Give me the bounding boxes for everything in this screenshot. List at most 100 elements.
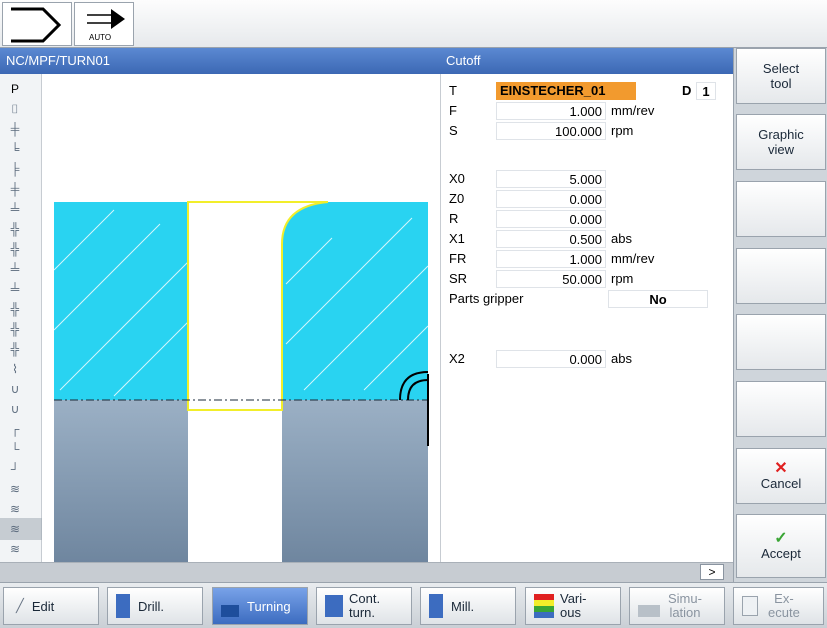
x0-field[interactable]: 5.000: [496, 170, 606, 188]
parts-gripper-toggle[interactable]: No: [608, 290, 708, 308]
mill-button[interactable]: Mill.: [420, 587, 516, 625]
strip-item-step[interactable]: ╬: [3, 220, 27, 238]
mill-icon: [429, 594, 443, 618]
contour-turning-label-1: Cont.: [349, 591, 381, 606]
x1-field[interactable]: 0.500: [496, 230, 606, 248]
drill-icon: [116, 594, 130, 618]
cycle-title: Cutoff: [446, 53, 481, 68]
feed-field[interactable]: 1.000: [496, 102, 606, 120]
param-x2-label: X2: [449, 351, 465, 366]
turning-icon: [221, 605, 239, 617]
param-fr-label: FR: [449, 251, 467, 266]
strip-item-program[interactable]: P: [3, 80, 27, 98]
contour-turning-icon: [325, 595, 343, 617]
strip-item-step[interactable]: ╬: [3, 320, 27, 338]
fr-unit[interactable]: mm/rev: [611, 250, 654, 268]
strip-item-step[interactable]: ┘: [3, 460, 27, 478]
cutoff-illustration: [53, 201, 429, 562]
turning-label: Turning: [247, 598, 291, 614]
mill-label: Mill.: [451, 598, 475, 614]
contour-turning-button[interactable]: Cont. turn.: [316, 587, 412, 625]
edit-button[interactable]: ╱ Edit: [3, 587, 99, 625]
strip-item-step[interactable]: ╧: [3, 280, 27, 298]
edit-label: Edit: [31, 598, 55, 614]
param-f-label: F: [449, 103, 457, 118]
body-right: [282, 400, 428, 562]
parameter-panel: T EINSTECHER_01 D 1 F 1.000 mm/rev S 100…: [440, 74, 733, 562]
strip-item-step[interactable]: ≋: [3, 540, 27, 558]
graphic-view-label-1: Graphic: [758, 127, 804, 142]
drill-button[interactable]: Drill.: [107, 587, 203, 625]
strip-item-step[interactable]: ╘: [3, 140, 27, 158]
r-field[interactable]: 0.000: [496, 210, 606, 228]
x2-field[interactable]: 0.000: [496, 350, 606, 368]
select-tool-button[interactable]: Select tool: [736, 48, 826, 104]
strip-item-step[interactable]: ≋: [3, 500, 27, 518]
softkey-5[interactable]: [736, 314, 826, 370]
simulation-label: Simu- lation: [668, 592, 702, 620]
strip-item-step[interactable]: ⌷: [3, 100, 27, 118]
cancel-button[interactable]: ✕ Cancel: [736, 448, 826, 504]
sr-unit[interactable]: rpm: [611, 270, 633, 288]
strip-item-step[interactable]: ╞: [3, 160, 27, 178]
cutting-edge-field[interactable]: 1: [696, 82, 716, 100]
strip-item-step[interactable]: ╬: [3, 240, 27, 258]
various-label-1: Vari-: [560, 591, 587, 606]
strip-item-step[interactable]: ≋: [3, 480, 27, 498]
simulation-button[interactable]: Simu- lation: [629, 587, 725, 625]
strip-item-step[interactable]: ⌇: [3, 360, 27, 378]
strip-item-step[interactable]: └: [3, 440, 27, 458]
strip-item-step[interactable]: ╧: [3, 200, 27, 218]
strip-item-step[interactable]: ╬: [3, 340, 27, 358]
execute-label-1: Ex-: [774, 591, 794, 606]
softkey-6[interactable]: [736, 381, 826, 437]
execute-icon: [742, 596, 758, 616]
stock-left: [54, 202, 188, 400]
x2-unit[interactable]: abs: [611, 350, 632, 368]
body-left: [54, 400, 188, 562]
mode-box: AUTO: [74, 2, 134, 46]
accept-button[interactable]: ✓ Accept: [736, 514, 826, 578]
softkey-3[interactable]: [736, 181, 826, 237]
execute-label-2: ecute: [768, 605, 800, 620]
param-x1-label: X1: [449, 231, 465, 246]
param-t-label: T: [449, 83, 457, 98]
strip-item-step[interactable]: ╪: [3, 180, 27, 198]
select-tool-label-2: tool: [770, 76, 792, 91]
graphic-view-label-2: view: [767, 142, 794, 157]
header-bar: NC/MPF/TURN01 Cutoff: [0, 48, 733, 74]
cancel-label: Cancel: [760, 475, 802, 491]
softkey-4[interactable]: [736, 248, 826, 304]
various-button[interactable]: Vari- ous: [525, 587, 621, 625]
feed-unit[interactable]: mm/rev: [611, 102, 654, 120]
top-bar: AUTO: [0, 0, 827, 48]
strip-item-step[interactable]: ╧: [3, 260, 27, 278]
param-x0-label: X0: [449, 171, 465, 186]
various-icon: [534, 594, 554, 618]
strip-item-step[interactable]: ┌: [3, 420, 27, 438]
parts-gripper-label: Parts gripper: [449, 291, 524, 306]
execute-button[interactable]: Ex- ecute: [733, 587, 824, 625]
graphic-view-button[interactable]: Graphic view: [736, 114, 826, 170]
mode-label: AUTO: [89, 33, 112, 42]
sr-field[interactable]: 50.000: [496, 270, 606, 288]
turning-button[interactable]: Turning: [212, 587, 308, 625]
execute-label: Ex- ecute: [768, 592, 800, 620]
x1-unit[interactable]: abs: [611, 230, 632, 248]
more-button[interactable]: >: [700, 564, 724, 580]
speed-unit[interactable]: rpm: [611, 122, 633, 140]
strip-item-step[interactable]: ╪: [3, 120, 27, 138]
strip-item-step-selected[interactable]: ≋: [3, 520, 27, 538]
simulation-icon: [638, 605, 660, 617]
accept-label: Accept: [761, 545, 801, 561]
tool-field[interactable]: EINSTECHER_01: [496, 82, 636, 100]
strip-item-step[interactable]: ╬: [3, 300, 27, 318]
fr-field[interactable]: 1.000: [496, 250, 606, 268]
strip-item-step[interactable]: ∪: [3, 400, 27, 418]
strip-item-step[interactable]: ∪: [3, 380, 27, 398]
pencil-icon: ╱: [16, 598, 24, 613]
channel-state-box: [2, 2, 72, 46]
speed-field[interactable]: 100.000: [496, 122, 606, 140]
cancel-icon: ✕: [774, 459, 788, 477]
z0-field[interactable]: 0.000: [496, 190, 606, 208]
